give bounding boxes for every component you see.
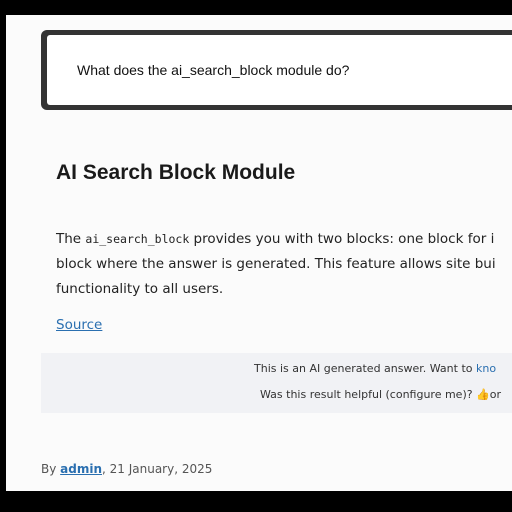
publish-date: , 21 January, 2025 — [102, 462, 213, 476]
know-more-link[interactable]: kno — [476, 362, 496, 375]
ai-generated-notice: This is an AI generated answer. Want to … — [41, 353, 512, 413]
ai-disclaimer-text: This is an AI generated answer. Want to — [254, 362, 476, 375]
body-line-2: block where the answer is generated. Thi… — [56, 256, 496, 272]
search-input-wrapper — [47, 35, 512, 105]
search-input[interactable] — [47, 35, 512, 105]
author-link[interactable]: admin — [60, 462, 102, 476]
article-body: The ai_search_block provides you with tw… — [56, 227, 512, 302]
helpful-question: Was this result helpful (configure me)? — [260, 388, 477, 401]
search-box — [41, 30, 512, 110]
thumbs-up-icon[interactable]: 👍 — [476, 388, 490, 401]
helpful-feedback: Was this result helpful (configure me)? … — [260, 388, 501, 401]
helpful-or-text: or — [489, 388, 502, 401]
byline-prefix: By — [41, 462, 61, 476]
page-title: AI Search Block Module — [56, 161, 296, 184]
body-line-1-rest: provides you with two blocks: one block … — [189, 231, 495, 247]
browser-viewport: AI Search Block Module The ai_search_blo… — [6, 15, 512, 491]
body-line-1: The ai_search_block provides you with tw… — [56, 227, 512, 252]
module-code-name: ai_search_block — [85, 232, 190, 246]
article-byline: By admin, 21 January, 2025 — [41, 462, 212, 476]
body-line-3: functionality to all users. — [56, 281, 224, 297]
source-link[interactable]: Source — [56, 317, 102, 333]
body-prefix: The — [56, 231, 86, 247]
ai-disclaimer: This is an AI generated answer. Want to … — [254, 362, 496, 375]
